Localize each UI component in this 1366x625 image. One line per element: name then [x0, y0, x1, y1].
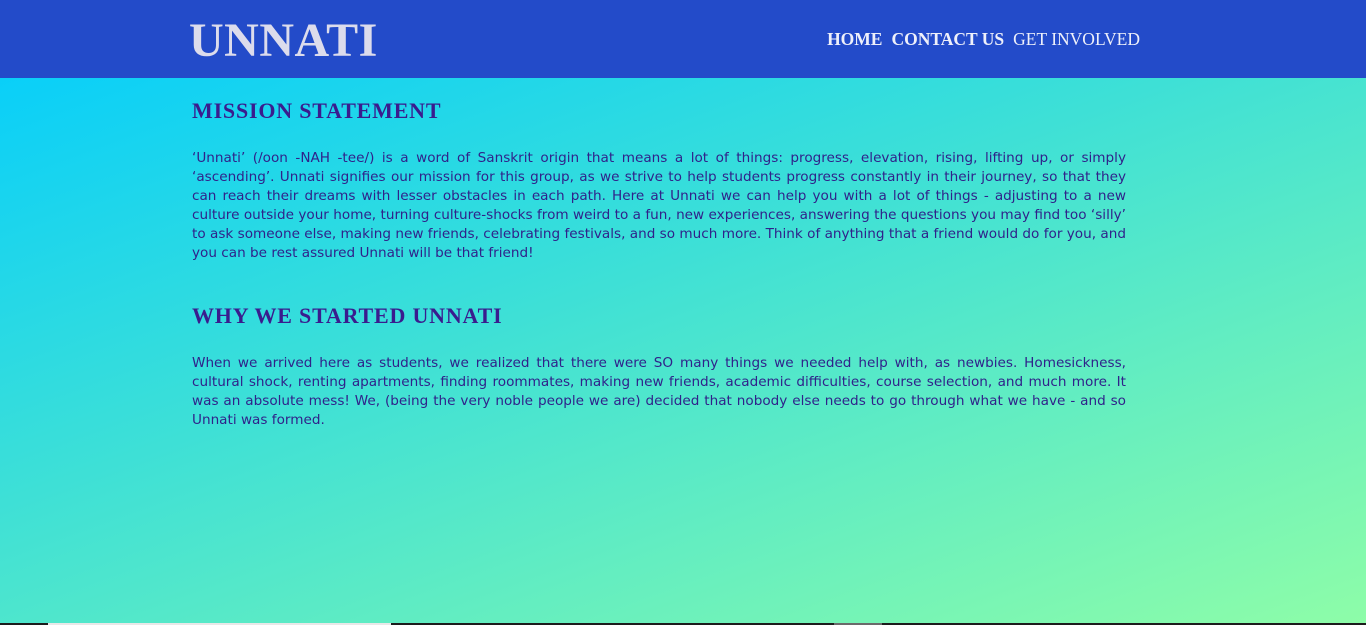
nav-contact-us-link[interactable]: CONTACT US — [891, 28, 1004, 50]
nav-home-link[interactable]: HOME — [827, 28, 882, 50]
nav-get-involved-link[interactable]: GET INVOLVED — [1013, 28, 1140, 50]
why-we-started-heading: WHY WE STARTED UNNATI — [192, 303, 503, 328]
mission-statement-section: MISSION STATEMENT ‘Unnati’ (/oon -NAH -t… — [192, 96, 1126, 263]
why-we-started-text: When we arrived here as students, we rea… — [192, 355, 1126, 428]
top-navbar: UNNATI HOME CONTACT US GET INVOLVED — [0, 0, 1366, 78]
main-content: MISSION STATEMENT ‘Unnati’ (/oon -NAH -t… — [192, 96, 1126, 430]
mission-statement-heading: MISSION STATEMENT — [192, 98, 442, 123]
brand-logo[interactable]: UNNATI — [189, 14, 378, 68]
why-we-started-section: WHY WE STARTED UNNATI When we arrived he… — [192, 301, 1126, 430]
main-nav: HOME CONTACT US GET INVOLVED — [827, 28, 1140, 50]
mission-statement-text: ‘Unnati’ (/oon -NAH -tee/) is a word of … — [192, 150, 1126, 261]
